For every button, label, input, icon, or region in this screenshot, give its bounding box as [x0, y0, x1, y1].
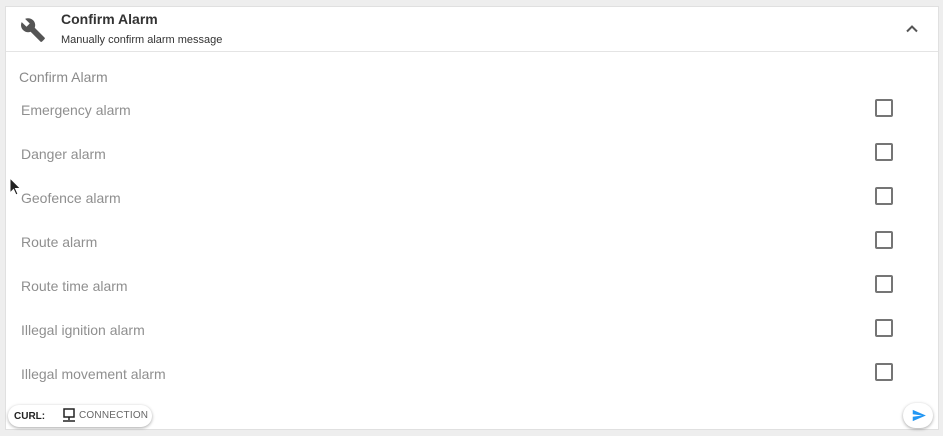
- route-alarm-checkbox[interactable]: [875, 231, 893, 249]
- chevron-up-icon[interactable]: [904, 21, 920, 37]
- option-illegal-ignition-alarm[interactable]: Illegal ignition alarm: [6, 315, 938, 345]
- panel-header[interactable]: Confirm Alarm Manually confirm alarm mes…: [6, 7, 938, 52]
- wrench-icon: [20, 17, 46, 43]
- option-label: Emergency alarm: [21, 102, 131, 118]
- section-label: Confirm Alarm: [19, 69, 108, 85]
- option-label: Illegal ignition alarm: [21, 322, 145, 338]
- geofence-alarm-checkbox[interactable]: [875, 187, 893, 205]
- route-time-alarm-checkbox[interactable]: [875, 275, 893, 293]
- option-label: Geofence alarm: [21, 190, 121, 206]
- connection-label: CONNECTION: [79, 410, 149, 421]
- curl-connection-chip[interactable]: CURL: CONNECTION: [8, 405, 152, 427]
- illegal-ignition-alarm-checkbox[interactable]: [875, 319, 893, 337]
- option-danger-alarm[interactable]: Danger alarm: [6, 139, 938, 169]
- option-label: Route time alarm: [21, 278, 128, 294]
- illegal-movement-alarm-checkbox[interactable]: [875, 363, 893, 381]
- option-route-time-alarm[interactable]: Route time alarm: [6, 271, 938, 301]
- panel-title: Confirm Alarm: [61, 11, 158, 27]
- emergency-alarm-checkbox[interactable]: [875, 99, 893, 117]
- send-button[interactable]: [903, 403, 933, 428]
- confirm-alarm-panel: Confirm Alarm Manually confirm alarm mes…: [5, 6, 939, 430]
- option-route-alarm[interactable]: Route alarm: [6, 227, 938, 257]
- option-emergency-alarm[interactable]: Emergency alarm: [6, 95, 938, 125]
- option-label: Danger alarm: [21, 146, 106, 162]
- option-label: Route alarm: [21, 234, 98, 250]
- monitor-icon: [62, 408, 76, 423]
- send-icon: [912, 409, 926, 422]
- option-geofence-alarm[interactable]: Geofence alarm: [6, 183, 938, 213]
- option-label: Illegal movement alarm: [21, 366, 166, 382]
- curl-label: CURL:: [14, 411, 46, 422]
- panel-subtitle: Manually confirm alarm message: [61, 34, 223, 46]
- danger-alarm-checkbox[interactable]: [875, 143, 893, 161]
- option-illegal-movement-alarm[interactable]: Illegal movement alarm: [6, 359, 938, 389]
